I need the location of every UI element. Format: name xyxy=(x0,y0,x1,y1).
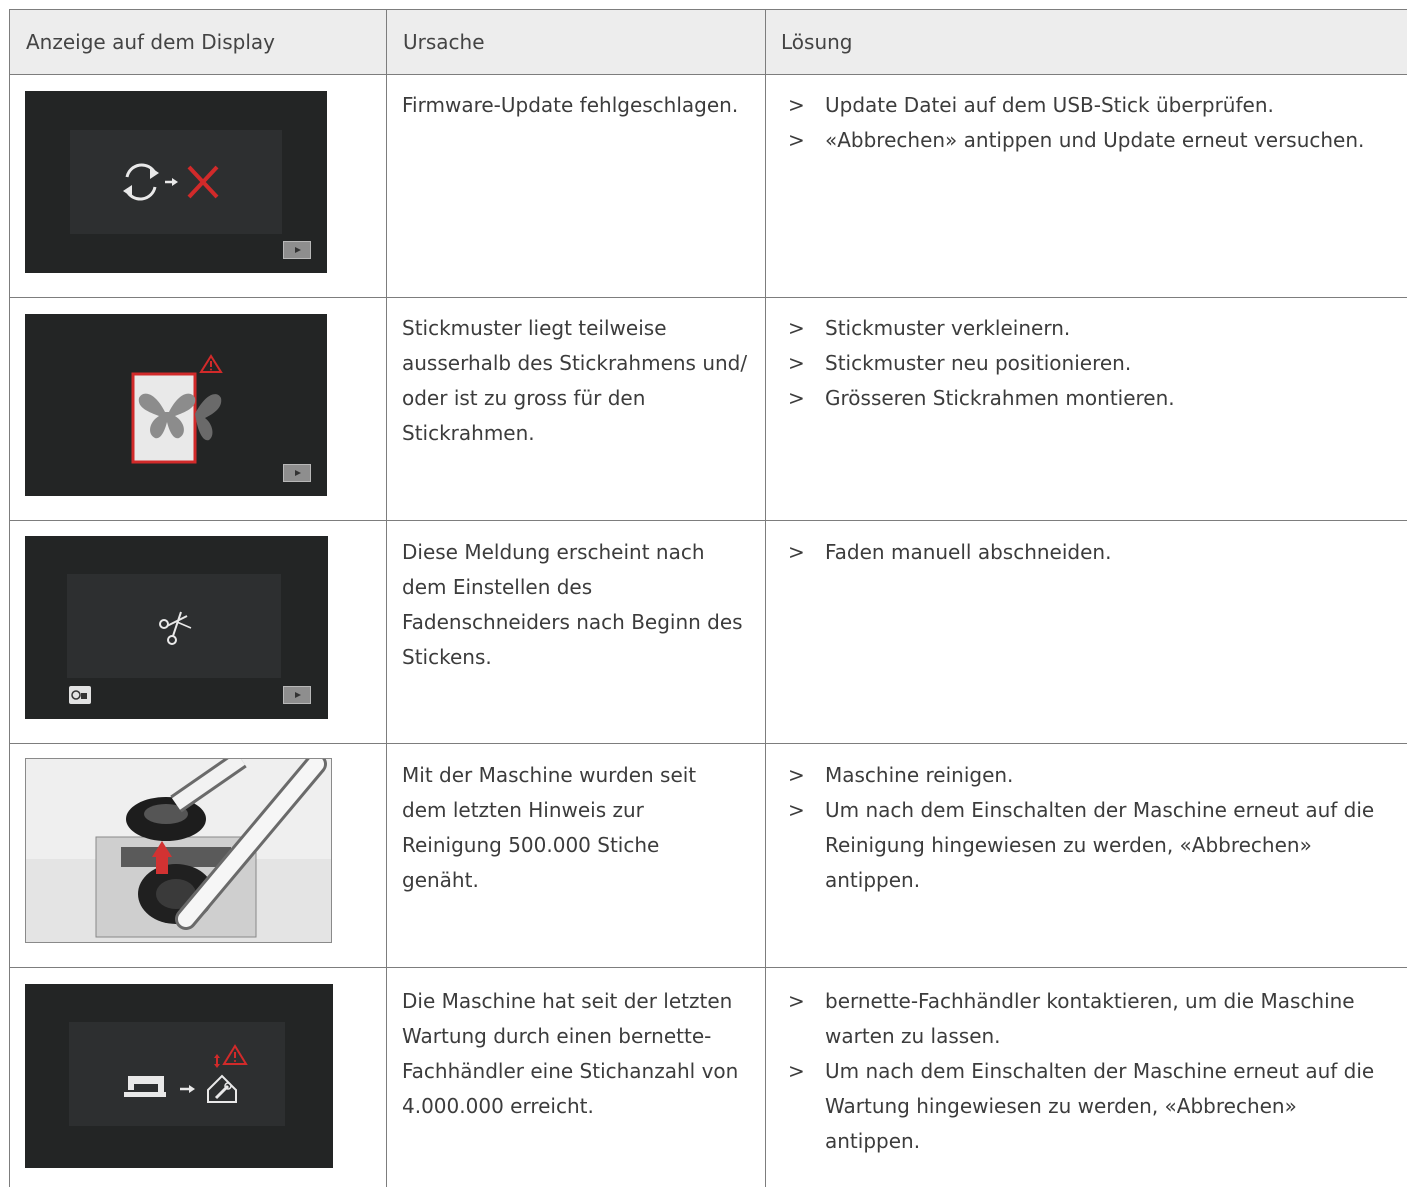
solution-row-4: > Maschine reinigen. > Um nach dem Einsch… xyxy=(788,763,1375,892)
play-button-icon xyxy=(283,241,311,259)
cause-row-3: Diese Meldung erscheint nach dem Einstel… xyxy=(402,540,743,669)
cause-row-5: Die Maschine hat seit der letzten Wartun… xyxy=(402,989,739,1118)
solution-row-1: > Update Datei auf dem USB-Stick überprüf… xyxy=(788,93,1365,152)
play-button-icon xyxy=(283,464,311,482)
thread-cutter-screen xyxy=(25,536,328,719)
header-solution: Lösung xyxy=(781,30,853,54)
butterfly-hoop-warning-icon xyxy=(131,354,223,464)
bobbin-settings-icon xyxy=(69,686,91,704)
header-display: Anzeige auf dem Display xyxy=(26,30,275,54)
cause-row-4: Mit der Maschine wurden seit dem letzten… xyxy=(402,763,697,892)
solution-row-5: > bernette-Fachhändler kontaktieren, um … xyxy=(788,989,1375,1153)
scissors-icon xyxy=(159,611,192,645)
firmware-update-failed-screen xyxy=(25,91,327,273)
machine-cleaning-photo xyxy=(25,758,332,943)
solution-row-2: > Stickmuster verkleinern. > Stickmuster n… xyxy=(788,316,1175,410)
header-cause: Ursache xyxy=(403,30,485,54)
machine-to-service-icon xyxy=(124,1044,248,1103)
sync-arrow-cross-icon xyxy=(123,163,219,201)
embroidery-pattern-outside-hoop-screen xyxy=(25,314,327,496)
cause-row-1: Firmware-Update fehlgeschlagen. xyxy=(402,93,739,117)
play-button-icon xyxy=(283,686,311,704)
solution-row-3: > Faden manuell abschneiden. xyxy=(788,540,1112,564)
maintenance-required-screen xyxy=(25,984,333,1168)
cause-row-2: Stickmuster liegt teilweise ausserhalb d… xyxy=(402,316,748,445)
